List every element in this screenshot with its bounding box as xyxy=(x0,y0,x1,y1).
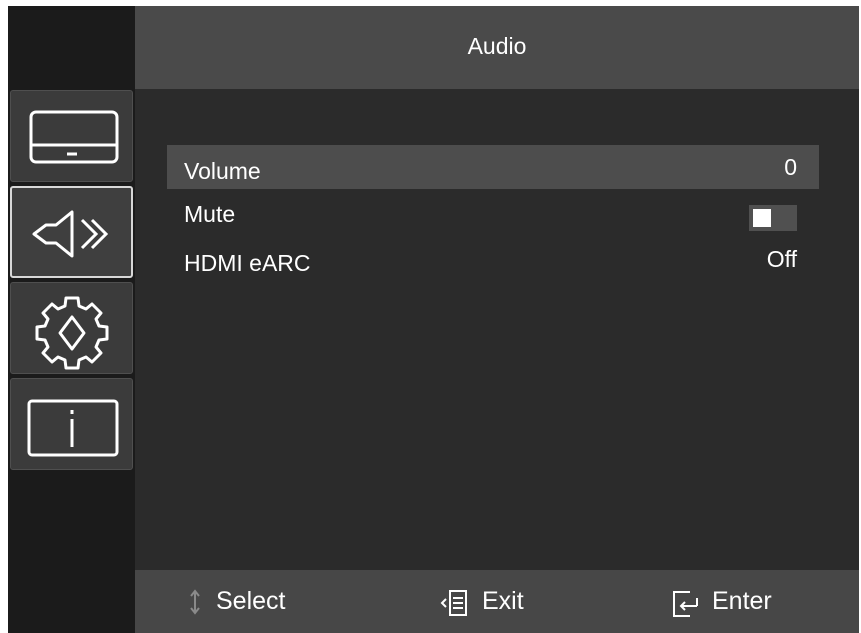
menu-header: Audio xyxy=(135,6,859,89)
footer-exit-label: Exit xyxy=(482,587,524,615)
footer-bar: Select Exit Enter xyxy=(135,570,859,633)
gear-icon xyxy=(35,296,109,370)
volume-value: 0 xyxy=(784,154,797,180)
osd-menu: Audio Volume 0 Mute HDMI eARC Off Select… xyxy=(8,6,859,633)
hdmi-earc-value: Off xyxy=(766,246,797,272)
footer-enter-label: Enter xyxy=(712,587,772,615)
monitor-icon xyxy=(29,110,119,164)
tab-setup[interactable] xyxy=(10,282,133,374)
sidebar xyxy=(8,6,135,633)
menu-item-mute[interactable]: Mute xyxy=(167,191,819,235)
footer-exit: Exit xyxy=(439,570,549,633)
tab-audio[interactable] xyxy=(10,186,133,278)
up-down-arrow-icon xyxy=(190,589,200,615)
menu-item-hdmi-earc[interactable]: HDMI eARC Off xyxy=(167,240,819,284)
tab-info[interactable] xyxy=(10,378,133,470)
speaker-icon xyxy=(32,210,109,258)
toggle-knob xyxy=(753,209,771,227)
hdmi-earc-label: HDMI eARC xyxy=(184,250,311,276)
footer-select-label: Select xyxy=(216,587,286,615)
menu-item-volume[interactable]: Volume 0 xyxy=(167,145,819,189)
main-panel: Audio Volume 0 Mute HDMI eARC Off Select… xyxy=(135,6,859,633)
enter-icon xyxy=(673,591,698,617)
tab-picture[interactable] xyxy=(10,90,133,182)
exit-icon xyxy=(440,590,467,616)
volume-label: Volume xyxy=(184,158,261,184)
mute-toggle[interactable] xyxy=(749,205,797,231)
footer-enter: Enter xyxy=(670,570,800,633)
footer-select: Select xyxy=(185,570,315,633)
info-icon xyxy=(27,399,119,457)
page-title: Audio xyxy=(467,33,527,59)
mute-label: Mute xyxy=(184,201,236,227)
